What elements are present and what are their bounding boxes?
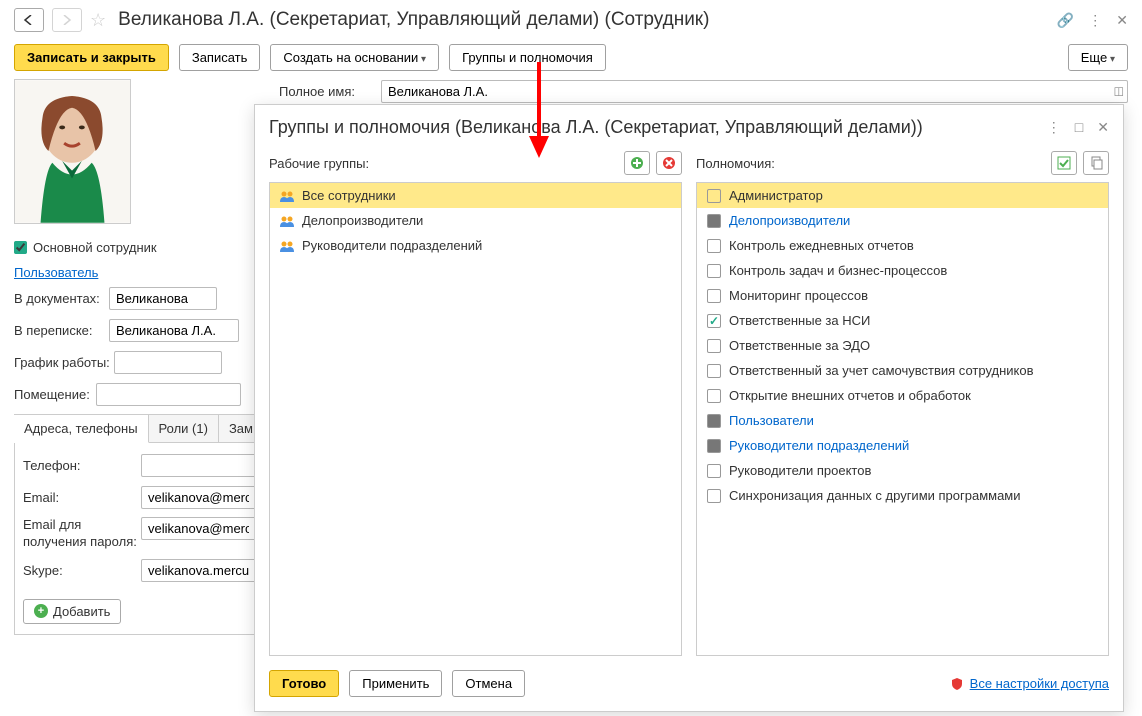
full-name-input[interactable] <box>381 80 1128 103</box>
in-documents-input[interactable] <box>109 287 217 310</box>
work-groups-list[interactable]: Все сотрудникиДелопроизводителиРуководит… <box>269 182 682 656</box>
open-reference-icon[interactable]: ◫ <box>1114 85 1124 98</box>
permission-checkbox[interactable] <box>707 389 721 403</box>
groups-permissions-button[interactable]: Группы и полномочия <box>449 44 606 71</box>
permission-item[interactable]: Руководители проектов <box>697 458 1108 483</box>
dialog-more-icon[interactable]: ⋮ <box>1047 119 1061 136</box>
link-icon[interactable]: 🔗 <box>1057 12 1074 29</box>
save-button[interactable]: Записать <box>179 44 261 71</box>
permission-item[interactable]: Контроль задач и бизнес-процессов <box>697 258 1108 283</box>
tabs: Адреса, телефоны Роли (1) Зам <box>14 414 265 443</box>
close-window-icon[interactable]: ✕ <box>1116 12 1128 29</box>
create-based-button[interactable]: Создать на основании <box>270 44 439 71</box>
arrow-right-icon <box>61 15 73 25</box>
permissions-label: Полномочия: <box>696 156 775 171</box>
remove-icon <box>662 156 676 170</box>
main-employee-label: Основной сотрудник <box>33 240 157 255</box>
permission-item[interactable]: Ответственные за НСИ <box>697 308 1108 333</box>
work-group-item[interactable]: Все сотрудники <box>270 183 681 208</box>
user-link[interactable]: Пользователь <box>14 265 98 280</box>
permission-item[interactable]: Руководители подразделений <box>697 433 1108 458</box>
permission-checkbox[interactable] <box>707 289 721 303</box>
work-groups-label: Рабочие группы: <box>269 156 369 171</box>
permission-checkbox[interactable] <box>707 189 721 203</box>
avatar[interactable] <box>14 79 131 224</box>
permission-item[interactable]: Ответственный за учет самочувствия сотру… <box>697 358 1108 383</box>
plus-icon: + <box>34 604 48 618</box>
email-pass-input[interactable] <box>141 517 256 540</box>
nav-back-button[interactable] <box>14 8 44 32</box>
permission-checkbox[interactable] <box>707 489 721 503</box>
groups-permissions-dialog: Группы и полномочия (Великанова Л.А. (Се… <box>254 104 1124 712</box>
permission-checkbox[interactable] <box>707 464 721 478</box>
in-documents-label: В документах: <box>14 291 109 306</box>
permission-item[interactable]: Контроль ежедневных отчетов <box>697 233 1108 258</box>
permissions-list[interactable]: АдминистраторДелопроизводителиКонтроль е… <box>696 182 1109 656</box>
group-icon <box>280 190 294 202</box>
phone-label: Телефон: <box>23 458 141 473</box>
permission-item[interactable]: Синхронизация данных с другими программа… <box>697 483 1108 508</box>
favorite-star-icon[interactable]: ☆ <box>90 10 106 31</box>
in-correspondence-label: В переписке: <box>14 323 109 338</box>
tab-addresses[interactable]: Адреса, телефоны <box>14 415 149 443</box>
permission-checkbox[interactable] <box>707 264 721 278</box>
full-name-label: Полное имя: <box>279 84 381 99</box>
room-label: Помещение: <box>14 387 96 402</box>
permission-item[interactable]: Ответственные за ЭДО <box>697 333 1108 358</box>
check-all-icon <box>1057 156 1071 170</box>
page-title: Великанова Л.А. (Секретариат, Управляющи… <box>118 9 709 31</box>
group-icon <box>280 240 294 252</box>
work-group-item[interactable]: Делопроизводители <box>270 208 681 233</box>
permission-checkbox[interactable] <box>707 314 721 328</box>
permission-item[interactable]: Администратор <box>697 183 1108 208</box>
permission-item[interactable]: Открытие внешних отчетов и обработок <box>697 383 1108 408</box>
email-input[interactable] <box>141 486 256 509</box>
in-correspondence-input[interactable] <box>109 319 239 342</box>
work-group-item[interactable]: Руководители подразделений <box>270 233 681 258</box>
email-label: Email: <box>23 490 141 505</box>
skype-input[interactable] <box>141 559 256 582</box>
permission-checkbox[interactable] <box>707 214 721 228</box>
nav-forward-button[interactable] <box>52 8 82 32</box>
permission-item[interactable]: Пользователи <box>697 408 1108 433</box>
phone-input[interactable] <box>141 454 256 477</box>
main-employee-checkbox[interactable] <box>14 241 27 254</box>
ready-button[interactable]: Готово <box>269 670 339 697</box>
add-icon <box>630 156 644 170</box>
add-group-button[interactable] <box>624 151 650 175</box>
work-schedule-label: График работы: <box>14 355 114 370</box>
arrow-left-icon <box>23 15 35 25</box>
room-input[interactable] <box>96 383 241 406</box>
apply-button[interactable]: Применить <box>349 670 442 697</box>
shield-icon <box>950 677 964 691</box>
permission-checkbox[interactable] <box>707 414 721 428</box>
work-schedule-input[interactable] <box>114 351 222 374</box>
copy-button[interactable] <box>1083 151 1109 175</box>
copy-icon <box>1089 156 1103 170</box>
email-pass-label: Email для получения пароля: <box>23 517 141 551</box>
check-all-button[interactable] <box>1051 151 1077 175</box>
cancel-button[interactable]: Отмена <box>452 670 525 697</box>
permission-checkbox[interactable] <box>707 339 721 353</box>
skype-label: Skype: <box>23 563 141 578</box>
permission-checkbox[interactable] <box>707 239 721 253</box>
save-close-button[interactable]: Записать и закрыть <box>14 44 169 71</box>
group-icon <box>280 215 294 227</box>
add-contact-button[interactable]: + Добавить <box>23 599 121 624</box>
more-button[interactable]: Еще <box>1068 44 1128 71</box>
dialog-maximize-icon[interactable]: □ <box>1075 119 1083 136</box>
permission-item[interactable]: Мониторинг процессов <box>697 283 1108 308</box>
permission-checkbox[interactable] <box>707 439 721 453</box>
dialog-title: Группы и полномочия (Великанова Л.А. (Се… <box>269 117 1047 138</box>
permission-checkbox[interactable] <box>707 364 721 378</box>
permission-item[interactable]: Делопроизводители <box>697 208 1108 233</box>
tab-roles[interactable]: Роли (1) <box>149 415 219 442</box>
more-menu-icon[interactable]: ⋮ <box>1088 12 1102 29</box>
all-access-settings-link[interactable]: Все настройки доступа <box>970 676 1109 691</box>
remove-group-button[interactable] <box>656 151 682 175</box>
dialog-close-icon[interactable]: ✕ <box>1097 119 1109 136</box>
